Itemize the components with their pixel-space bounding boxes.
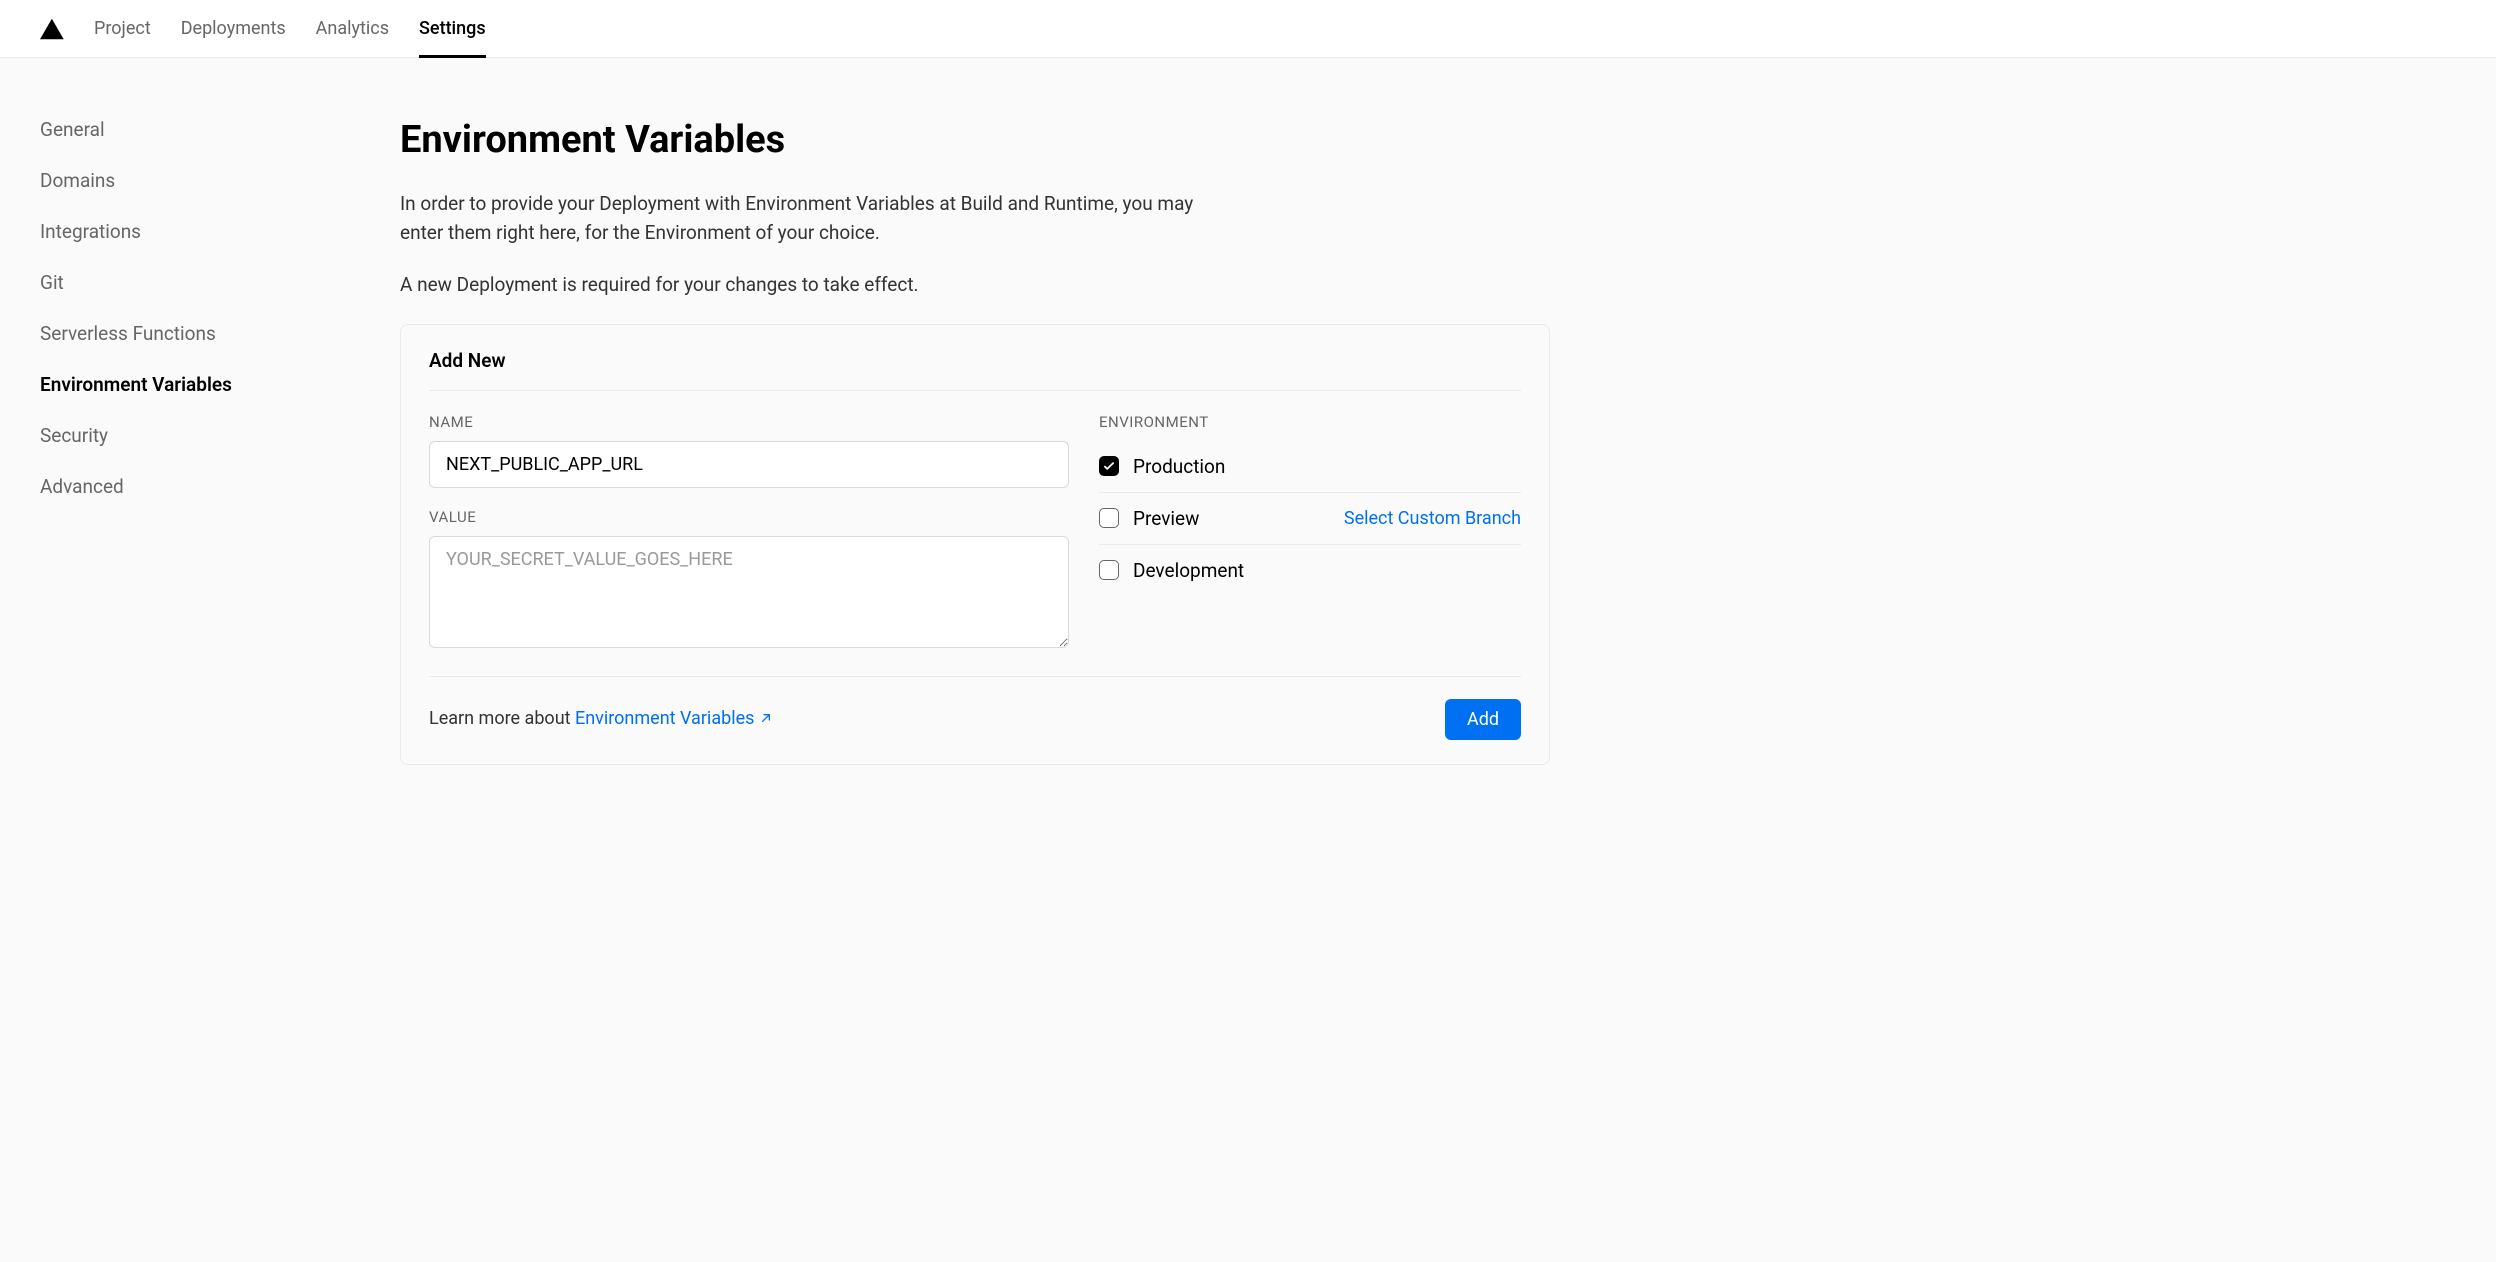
main-content: Environment Variables In order to provid…	[400, 118, 1550, 1202]
nav-tab-analytics[interactable]: Analytics	[316, 0, 389, 58]
env-label-production: Production	[1133, 455, 1521, 478]
footer-text: Learn more about Environment Variables	[429, 708, 774, 731]
sidebar-item-general[interactable]: General	[40, 118, 360, 141]
sidebar-item-environment-variables[interactable]: Environment Variables	[40, 373, 360, 396]
add-button[interactable]: Add	[1445, 699, 1521, 740]
settings-sidebar: General Domains Integrations Git Serverl…	[40, 118, 360, 1202]
environment-label: ENVIRONMENT	[1099, 413, 1521, 431]
external-link-icon	[758, 710, 774, 731]
env-label-preview: Preview	[1133, 507, 1330, 530]
env-row-production: Production	[1099, 441, 1521, 493]
logo[interactable]	[40, 17, 64, 41]
top-nav: Project Deployments Analytics Settings	[0, 0, 2496, 58]
sidebar-item-security[interactable]: Security	[40, 424, 360, 447]
checkbox-development[interactable]	[1099, 560, 1119, 580]
check-icon	[1102, 459, 1116, 473]
checkbox-production[interactable]	[1099, 456, 1119, 476]
nav-tab-project[interactable]: Project	[94, 0, 151, 58]
page-description-2: A new Deployment is required for your ch…	[400, 271, 1240, 300]
sidebar-item-advanced[interactable]: Advanced	[40, 475, 360, 498]
learn-more-link[interactable]: Environment Variables	[575, 708, 774, 729]
sidebar-item-serverless-functions[interactable]: Serverless Functions	[40, 322, 360, 345]
value-label: VALUE	[429, 508, 1069, 526]
sidebar-item-git[interactable]: Git	[40, 271, 360, 294]
nav-tab-settings[interactable]: Settings	[419, 0, 486, 58]
env-row-development: Development	[1099, 545, 1521, 596]
nav-tab-deployments[interactable]: Deployments	[181, 0, 286, 58]
sidebar-item-integrations[interactable]: Integrations	[40, 220, 360, 243]
checkbox-preview[interactable]	[1099, 508, 1119, 528]
page-title: Environment Variables	[400, 118, 1550, 162]
select-custom-branch-link[interactable]: Select Custom Branch	[1344, 508, 1521, 529]
sidebar-item-domains[interactable]: Domains	[40, 169, 360, 192]
value-input[interactable]	[429, 536, 1069, 648]
page-description-1: In order to provide your Deployment with…	[400, 190, 1240, 247]
card-title: Add New	[429, 349, 1521, 391]
name-input[interactable]	[429, 441, 1069, 488]
triangle-logo-icon	[40, 17, 64, 41]
name-label: NAME	[429, 413, 1069, 431]
add-new-card: Add New NAME VALUE ENVIRONMENT	[400, 324, 1550, 765]
env-row-preview: Preview Select Custom Branch	[1099, 493, 1521, 545]
env-label-development: Development	[1133, 559, 1521, 582]
